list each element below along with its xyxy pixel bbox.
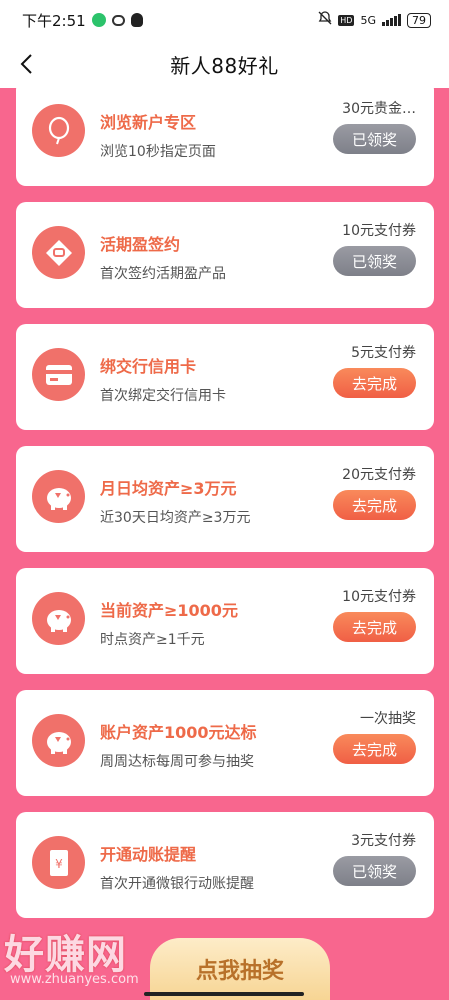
claimed-button[interactable]: 已领奖 (333, 124, 416, 154)
svg-text:¥: ¥ (55, 857, 63, 871)
task-desc: 首次签约活期盈产品 (100, 266, 226, 282)
claimed-button[interactable]: 已领奖 (333, 856, 416, 886)
wechat-icon (91, 13, 106, 27)
piggy-bank-icon (32, 592, 85, 645)
signal-icon (382, 14, 401, 26)
go-complete-button[interactable]: 去完成 (333, 612, 416, 642)
go-complete-button[interactable]: 去完成 (333, 734, 416, 764)
task-desc: 时点资产≥1千元 (100, 632, 205, 648)
cloud-icon (111, 14, 125, 26)
task-title: 月日均资产≥3万元 (100, 479, 237, 498)
task-card: ¥ 开通动账提醒 首次开通微银行动账提醒 3元支付券 已领奖 (16, 812, 434, 918)
nav-bar: 新人88好礼 (0, 40, 449, 88)
network-label: 5G (360, 13, 376, 27)
reward-label: 20元支付券 (342, 467, 416, 483)
task-card: 当前资产≥1000元 时点资产≥1千元 10元支付券 去完成 (16, 568, 434, 674)
task-desc: 周周达标每周可参与抽奖 (100, 754, 254, 770)
status-bar: 下午2:51 HD 5G 79 (0, 0, 449, 40)
task-title: 活期盈签约 (100, 235, 181, 254)
claimed-button[interactable]: 已领奖 (333, 246, 416, 276)
task-title: 账户资产1000元达标 (100, 723, 257, 742)
mute-bell-icon (318, 11, 332, 29)
go-complete-button[interactable]: 去完成 (333, 368, 416, 398)
reward-label: 5元支付券 (351, 345, 416, 361)
task-card: 活期盈签约 首次签约活期盈产品 10元支付券 已领奖 (16, 202, 434, 308)
task-title: 开通动账提醒 (100, 845, 197, 864)
home-indicator[interactable] (144, 992, 304, 996)
battery-level: 79 (407, 12, 431, 28)
reward-label: 3元支付券 (351, 833, 416, 849)
task-title: 绑交行信用卡 (100, 357, 197, 376)
go-complete-button[interactable]: 去完成 (333, 490, 416, 520)
balloon-icon (32, 104, 85, 157)
lottery-button[interactable]: 点我抽奖 (150, 938, 330, 1000)
task-desc: 首次绑定交行信用卡 (100, 388, 226, 404)
task-desc: 浏览10秒指定页面 (100, 144, 216, 160)
reward-label: 10元支付券 (342, 223, 416, 239)
qq-icon (130, 13, 143, 27)
task-desc: 首次开通微银行动账提醒 (100, 876, 254, 892)
page-title: 新人88好礼 (170, 53, 279, 78)
task-card: 绑交行信用卡 首次绑定交行信用卡 5元支付券 去完成 (16, 324, 434, 430)
task-card: 账户资产1000元达标 周周达标每周可参与抽奖 一次抽奖 去完成 (16, 690, 434, 796)
task-list: 浏览新户专区 浏览10秒指定页面 30元贵金… 已领奖 活期盈签约 首次签约活期… (16, 88, 434, 934)
task-title: 当前资产≥1000元 (100, 601, 238, 620)
reward-label: 10元支付券 (342, 589, 416, 605)
piggy-bank-icon (32, 714, 85, 767)
chevron-left-icon (20, 54, 32, 74)
reward-label: 30元贵金… (342, 101, 416, 117)
task-card: 浏览新户专区 浏览10秒指定页面 30元贵金… 已领奖 (16, 88, 434, 186)
task-title: 浏览新户专区 (100, 113, 197, 132)
status-time: 下午2:51 (22, 11, 86, 30)
back-button[interactable] (10, 48, 42, 80)
task-content[interactable]: 浏览新户专区 浏览10秒指定页面 30元贵金… 已领奖 活期盈签约 首次签约活期… (0, 88, 449, 1000)
yen-note-icon: ¥ (32, 836, 85, 889)
hd-badge: HD (338, 14, 355, 26)
task-desc: 近30天日均资产≥3万元 (100, 510, 251, 526)
credit-card-icon (32, 348, 85, 401)
task-card: 月日均资产≥3万元 近30天日均资产≥3万元 20元支付券 去完成 (16, 446, 434, 552)
piggy-bank-icon (32, 470, 85, 523)
watermark-url: www.zhuanyes.com (10, 972, 139, 987)
reward-label: 一次抽奖 (360, 711, 416, 727)
diamond-tag-icon (32, 226, 85, 279)
